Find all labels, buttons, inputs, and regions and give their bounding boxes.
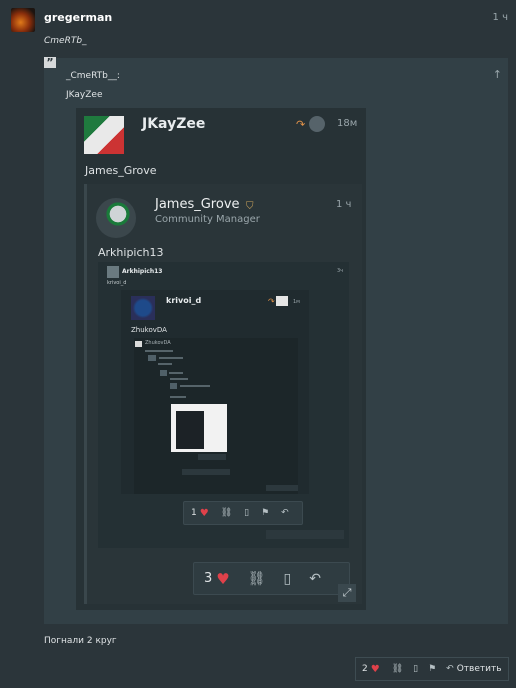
bookmark-button[interactable]: ▯ [413,664,418,674]
deep-line-3 [158,363,172,365]
deep-line-5 [170,378,188,380]
jkayzee-time: 18м [337,118,358,129]
jkayzee-avatar [84,116,124,154]
deep-line-6 [180,385,210,387]
heart-icon: ♥ [199,507,209,519]
deep-line-7 [170,396,186,398]
jamesgrove-name: James_Grove [155,197,240,212]
arrow-up-icon[interactable]: ↑ [493,68,502,81]
reply-arrow-icon: ↷ [296,118,306,131]
post-time[interactable]: 1 ч [493,12,508,23]
quote-text: JKayZee [66,90,103,100]
flag-icon: ⚑ [261,508,270,518]
jkayzee-action-bar: 3 ♥ ⛓ ▯ ↶ [193,562,350,595]
like-count: 2 [362,664,368,674]
author-name[interactable]: gregerman [44,11,112,24]
jkayzee-text: James_Grove [85,164,157,177]
post-body-text: Погнали 2 круг [44,636,117,646]
heart-like-button[interactable]: ♥ [371,664,380,675]
arkhipich-text: krivoi_d [107,280,127,286]
expand-icon[interactable]: ⤢ [338,584,356,602]
deep-author: ZhukovDA [145,340,171,346]
quote-icon: ” [44,57,56,69]
arkhipich-action-bar [266,530,344,539]
author-avatar[interactable] [11,8,35,32]
shield-icon: ⛉ [246,201,254,212]
reply-icon-button[interactable]: ↶ [446,664,454,674]
krivoi-time: 1м [293,299,300,305]
deep-avatar-2 [148,355,156,361]
arkhipich-avatar [107,266,119,278]
deep-actions-2 [182,469,230,475]
deep-avatar-4 [170,383,177,389]
deep-line-2 [159,357,183,359]
heart-icon-large: ♥ [216,569,230,588]
reply-icon-large: ↶ [309,570,321,587]
bookmark-icon: ▯ [244,508,250,518]
deep-avatar-3 [160,370,167,376]
post-actions: 2 ♥ ⛓ ▯ ⚑ ↶ Ответить [355,657,509,681]
jamesgrove-avatar [96,198,136,238]
reply-arrow-icon-small: ↷ [268,297,275,306]
krivoi-like-count: 1 [191,508,197,518]
bookmark-icon-large: ▯ [283,570,292,587]
jkayzee-like-count: 3 [204,571,213,586]
x-mini-avatar [276,296,288,306]
jamesgrove-text: Arkhipich13 [98,246,164,259]
link-icon: ⛓ [220,508,233,518]
jamesgrove-time: 1 ч [336,199,352,210]
flag-button[interactable]: ⚑ [428,664,436,674]
jamesgrove-role: Community Manager [155,214,260,225]
deep-x-avatar [135,341,142,347]
quote-header: _CmeRTb__: [66,71,120,81]
deep-actions-1 [198,454,226,460]
krivoi-text: ZhukovDA [131,326,167,334]
deep-line-1 [145,350,173,352]
reply-button[interactable]: Ответить [457,664,502,674]
deep-line-4 [169,372,183,374]
krivoi-avatar [131,296,155,320]
arkhipich-time: 3ч [337,268,344,274]
deep-screenshot-image [171,404,227,452]
krivoi-name: krivoi_d [166,296,202,305]
mini-avatar [309,116,325,132]
link-icon-button[interactable]: ⛓ [392,664,403,674]
jkayzee-name: JKayZee [142,116,206,132]
arkhipich-name: Arkhipich13 [122,268,163,275]
krivoi-action-bar: 1 ♥ ⛓ ▯ ⚑ ↶ [183,501,303,525]
deep-actions-3 [266,485,298,491]
link-icon-large: ⛓ [247,570,266,587]
post-message: CmeRTb_ [44,36,87,46]
reply-icon: ↶ [281,508,289,518]
